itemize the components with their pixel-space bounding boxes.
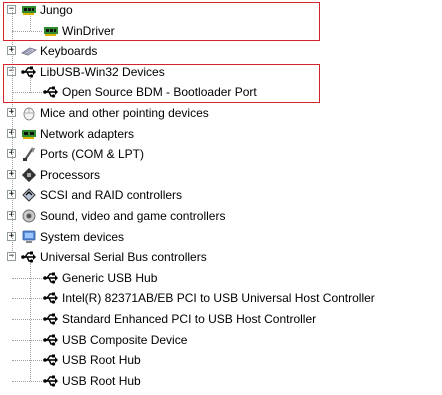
usb-icon	[21, 249, 37, 265]
usb-icon	[43, 290, 59, 306]
tree-item-label: SCSI and RAID controllers	[40, 188, 183, 203]
tree-item-label: Mice and other pointing devices	[40, 106, 209, 120]
highlight-box	[3, 2, 320, 42]
usb-icon	[43, 373, 59, 389]
device-item-label: Standard Enhanced PCI to USB Host Contro…	[62, 312, 317, 326]
tree-item-label: Sound, video and game controllers	[40, 209, 226, 223]
tree-connector	[12, 360, 42, 362]
tree-connector	[12, 319, 42, 320]
device-item-label: Intel(R) 82371AB/EB PCI to USB Universal…	[62, 291, 375, 306]
tree-connector	[12, 277, 42, 279]
device-item-label: USB Root Hub	[62, 353, 141, 368]
processor-icon	[21, 167, 37, 183]
tree-item-label: Ports (COM & LPT)	[40, 147, 145, 162]
usb-icon	[43, 270, 59, 286]
tree-item-label: System devices	[40, 229, 125, 244]
computer-icon	[21, 229, 37, 245]
tree-item-label: Keyboards	[40, 44, 98, 59]
highlight-box	[3, 63, 320, 103]
usb-icon	[43, 332, 59, 348]
tree-connector	[12, 380, 42, 382]
mouse-icon	[21, 105, 37, 121]
scsi-icon	[21, 187, 37, 203]
device-item-label: USB Composite Device	[62, 332, 188, 347]
tree-connector	[12, 10, 13, 258]
tree-item-label: Universal Serial Bus controllers	[40, 250, 207, 265]
keyboard-icon	[21, 43, 37, 59]
speaker-icon	[21, 208, 37, 224]
tree-connector	[12, 298, 42, 300]
port-icon	[21, 146, 37, 162]
tree-connector	[30, 263, 31, 382]
device-item-label: Generic USB Hub	[62, 270, 158, 285]
usb-icon	[43, 311, 59, 327]
usb-icon	[43, 352, 59, 368]
tree-item-label: Processors	[40, 167, 101, 182]
tree-item-label: Network adapters	[40, 126, 135, 141]
network-adapter-icon	[21, 126, 37, 142]
tree-connector	[12, 339, 42, 341]
device-item-label: USB Root Hub	[62, 373, 141, 388]
device-manager-tree: − Jungo WinDriver + Keyboards − LibUSB-Win32 D…	[0, 0, 442, 391]
